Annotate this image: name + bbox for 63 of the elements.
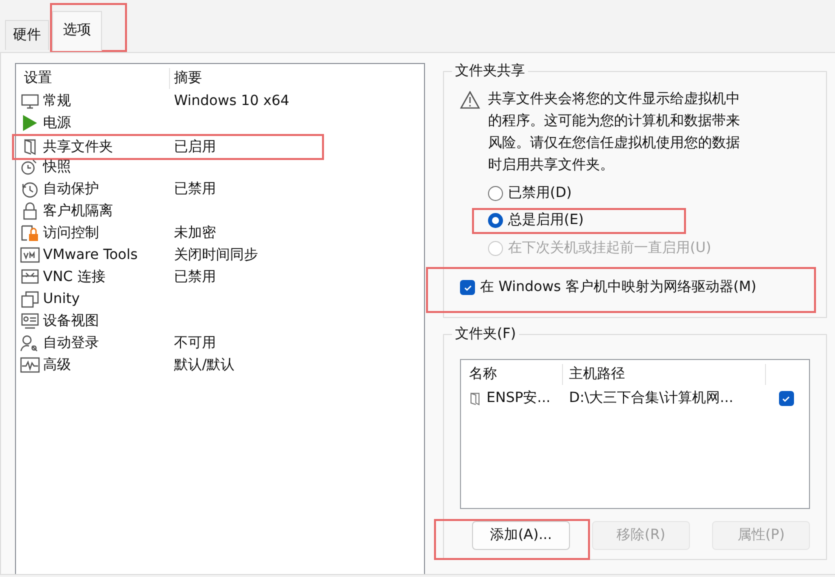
- settings-item[interactable]: 电源: [12, 112, 426, 134]
- setting-summary: 已启用: [173, 138, 216, 156]
- setting-summary: 未加密: [173, 224, 216, 242]
- column-header: 摘要: [173, 68, 202, 88]
- check-icon: [781, 394, 791, 404]
- checkbox-label: 在 Windows 客户机中映射为网络驱动器(M): [480, 278, 756, 297]
- tab[interactable]: 硬件: [5, 20, 49, 50]
- screen-icon: [20, 268, 40, 286]
- warning-text: 共享文件夹会将您的文件显示给虚拟机中的程序。这可能为您的计算机和数据带来风险。请仅在您信任虚拟机使用您的数据时启用共享文件夹。: [488, 90, 741, 175]
- setting-name: 访问控制: [43, 224, 99, 242]
- table-cell-text: ENSP安...: [486, 389, 550, 408]
- settings-item[interactable]: 客户机隔离: [12, 200, 426, 222]
- setting-summary: 默认/默认: [173, 356, 235, 374]
- setting-summary: 关闭时间同步: [173, 246, 258, 264]
- setting-name: VNC 连接: [43, 268, 106, 286]
- setting-summary: 已禁用: [173, 180, 216, 198]
- setting-summary: Windows 10 x64: [173, 92, 290, 110]
- user-key-icon: [20, 334, 40, 352]
- setting-name: 客户机隔离: [43, 202, 113, 220]
- setting-name: Unity: [43, 290, 80, 308]
- lock-icon: [20, 224, 40, 242]
- monitor-icon: [20, 92, 40, 110]
- column-header: 名称: [467, 364, 563, 385]
- dialog-button[interactable]: 添加(A)...: [472, 520, 570, 550]
- radio-label: 总是启用(E): [508, 211, 584, 230]
- windows-icon: [20, 290, 40, 308]
- tab[interactable]: 选项: [52, 11, 102, 51]
- settings-item[interactable]: Unity: [12, 288, 426, 310]
- check-icon: [462, 282, 472, 292]
- settings-item[interactable]: VNC 连接 已禁用: [12, 266, 426, 288]
- clock-icon: [20, 180, 40, 198]
- setting-name: 快照: [43, 158, 71, 176]
- settings-item[interactable]: 自动保护 已禁用: [12, 178, 426, 200]
- settings-item[interactable]: 高级 默认/默认: [12, 354, 426, 376]
- setting-name: 设备视图: [43, 312, 99, 330]
- settings-item[interactable]: 访问控制 未加密: [12, 222, 426, 244]
- setting-name: 常规: [43, 92, 71, 110]
- settings-item[interactable]: 共享文件夹 已启用: [12, 134, 324, 160]
- setting-name: 共享文件夹: [43, 138, 113, 156]
- setting-name: VMware Tools: [43, 246, 138, 264]
- setting-summary: 不可用: [173, 334, 216, 352]
- settings-item[interactable]: 常规 Windows 10 x64: [12, 90, 426, 112]
- setting-summary: 已禁用: [173, 268, 216, 286]
- tools-icon: [20, 246, 40, 264]
- setting-name: 高级: [43, 356, 71, 374]
- radio-label: 已禁用(D): [508, 184, 572, 202]
- setting-name: 电源: [43, 114, 71, 132]
- checkbox[interactable]: [460, 280, 475, 295]
- device-icon: [20, 312, 40, 330]
- warning-icon: [460, 91, 480, 109]
- settings-item[interactable]: 设备视图: [12, 310, 426, 332]
- settings-item[interactable]: 自动登录 不可用: [12, 332, 426, 354]
- column-header: 主机路径: [563, 364, 766, 385]
- radio-label: 在下次关机或挂起前一直启用(U): [508, 238, 712, 258]
- setting-name: 自动保护: [43, 180, 99, 198]
- column-header: 设置: [20, 68, 170, 88]
- radio-button[interactable]: [488, 186, 503, 200]
- table-cell-text: D:\大三下合集\计算机网...: [568, 389, 734, 408]
- waveform-icon: [20, 356, 40, 374]
- radio-button[interactable]: [488, 213, 503, 228]
- settings-item[interactable]: VMware Tools 关闭时间同步: [12, 244, 426, 266]
- setting-name: 自动登录: [43, 334, 99, 352]
- checkbox[interactable]: [778, 391, 794, 406]
